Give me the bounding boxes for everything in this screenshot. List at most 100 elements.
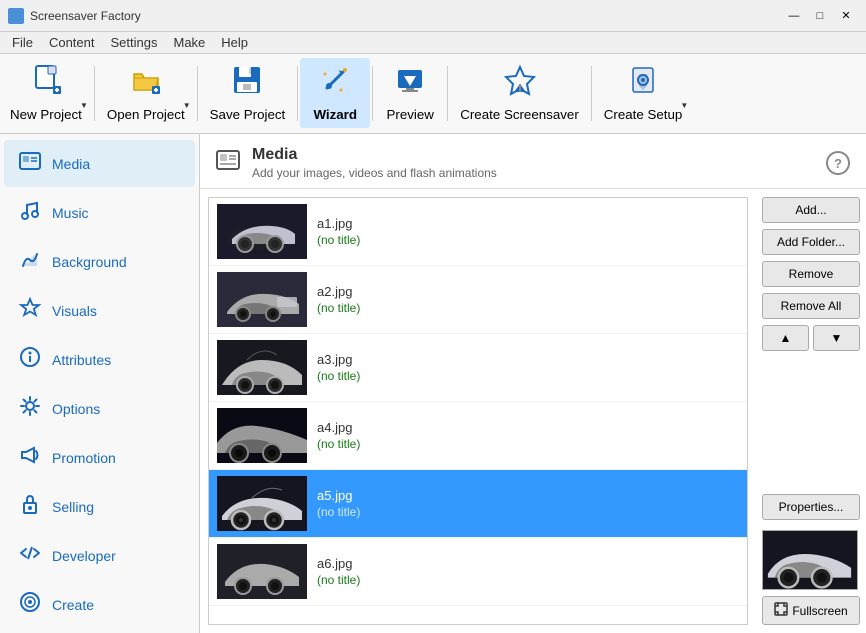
sidebar-label-background: Background <box>52 254 127 270</box>
sidebar-label-media: Media <box>52 156 90 172</box>
visuals-icon <box>18 297 42 324</box>
list-item[interactable]: a4.jpg (no title) <box>209 402 747 470</box>
promotion-icon <box>18 444 42 471</box>
create-setup-label: Create Setup <box>604 107 683 122</box>
wizard-button[interactable]: Wizard <box>300 58 370 128</box>
sidebar-label-developer: Developer <box>52 548 116 564</box>
content-area: Media Add your images, videos and flash … <box>200 134 866 633</box>
open-project-button[interactable]: Open Project ▼ <box>97 58 195 128</box>
toolbar-sep-5 <box>447 66 448 121</box>
menu-content[interactable]: Content <box>41 33 103 52</box>
media-filename: a5.jpg <box>317 488 739 503</box>
open-project-arrow: ▼ <box>183 101 191 110</box>
media-info: a2.jpg (no title) <box>317 284 739 315</box>
menubar: File Content Settings Make Help <box>0 32 866 54</box>
create-screensaver-label: Create Screensaver <box>460 107 579 122</box>
preview-button[interactable]: Preview <box>375 58 445 128</box>
sidebar-item-options[interactable]: Options <box>4 385 195 432</box>
wizard-icon <box>319 64 351 103</box>
close-button[interactable]: ✕ <box>834 6 858 26</box>
options-icon <box>18 395 42 422</box>
sidebar-item-media[interactable]: Media <box>4 140 195 187</box>
sidebar-item-developer[interactable]: Developer <box>4 532 195 579</box>
menu-make[interactable]: Make <box>165 33 213 52</box>
preview-thumbnail <box>762 530 858 590</box>
media-icon <box>18 150 42 177</box>
list-item[interactable]: a2.jpg (no title) <box>209 266 747 334</box>
save-project-label: Save Project <box>210 107 286 122</box>
media-thumbnail <box>217 204 307 259</box>
minimize-button[interactable]: — <box>782 6 806 26</box>
developer-icon <box>18 542 42 569</box>
media-filename: a3.jpg <box>317 352 739 367</box>
fullscreen-label: Fullscreen <box>792 604 847 618</box>
open-project-label: Open Project <box>107 107 185 122</box>
preview-label: Preview <box>387 107 434 122</box>
create-setup-arrow: ▼ <box>680 101 688 110</box>
move-up-button[interactable]: ▲ <box>762 325 809 351</box>
media-info: a6.jpg (no title) <box>317 556 739 587</box>
sidebar: Media Music Background <box>0 134 200 633</box>
media-list[interactable]: a1.jpg (no title) <box>209 198 747 624</box>
wizard-label: Wizard <box>313 107 357 122</box>
new-project-label: New Project <box>10 107 82 122</box>
sidebar-item-selling[interactable]: Selling <box>4 483 195 530</box>
list-item[interactable]: a3.jpg (no title) <box>209 334 747 402</box>
media-info: a1.jpg (no title) <box>317 216 739 247</box>
main-layout: Media Music Background <box>0 134 866 633</box>
sidebar-label-visuals: Visuals <box>52 303 97 319</box>
add-button[interactable]: Add... <box>762 197 860 223</box>
create-setup-button[interactable]: Create Setup ▼ <box>594 58 693 128</box>
sidebar-item-background[interactable]: Background <box>4 238 195 285</box>
sidebar-label-music: Music <box>52 205 89 221</box>
new-project-button[interactable]: New Project ▼ <box>0 58 92 128</box>
menu-help[interactable]: Help <box>213 33 256 52</box>
create-screensaver-button[interactable]: Create Screensaver <box>450 58 589 128</box>
toolbar-sep-6 <box>591 66 592 121</box>
content-header: Media Add your images, videos and flash … <box>200 134 866 189</box>
media-subtitle: (no title) <box>317 573 739 587</box>
create-screensaver-icon <box>504 64 536 103</box>
save-project-button[interactable]: Save Project <box>200 58 296 128</box>
window-controls: — □ ✕ <box>782 6 858 26</box>
sidebar-item-visuals[interactable]: Visuals <box>4 287 195 334</box>
media-info: a4.jpg (no title) <box>317 420 739 451</box>
toolbar-sep-1 <box>94 66 95 121</box>
remove-button[interactable]: Remove <box>762 261 860 287</box>
media-info: a3.jpg (no title) <box>317 352 739 383</box>
toolbar-sep-3 <box>297 66 298 121</box>
list-item[interactable]: a5.jpg (no title) <box>209 470 747 538</box>
remove-all-button[interactable]: Remove All <box>762 293 860 319</box>
list-item[interactable]: a1.jpg (no title) <box>209 198 747 266</box>
maximize-button[interactable]: □ <box>808 6 832 26</box>
new-project-arrow: ▼ <box>80 101 88 110</box>
save-project-icon <box>231 64 263 103</box>
help-button[interactable]: ? <box>826 151 850 175</box>
fullscreen-icon <box>774 602 788 619</box>
sidebar-item-attributes[interactable]: Attributes <box>4 336 195 383</box>
arrow-buttons: ▲ ▼ <box>762 325 860 351</box>
open-project-icon <box>130 64 162 103</box>
media-subtitle: (no title) <box>317 233 739 247</box>
list-item[interactable]: a6.jpg (no title) <box>209 538 747 606</box>
move-down-button[interactable]: ▼ <box>813 325 860 351</box>
content-body: a1.jpg (no title) <box>200 189 866 633</box>
app-icon <box>8 8 24 24</box>
add-folder-button[interactable]: Add Folder... <box>762 229 860 255</box>
sidebar-item-promotion[interactable]: Promotion <box>4 434 195 481</box>
content-header-subtitle: Add your images, videos and flash animat… <box>252 166 497 180</box>
new-project-icon <box>30 64 62 103</box>
sidebar-label-options: Options <box>52 401 100 417</box>
media-thumbnail <box>217 476 307 531</box>
preview-icon <box>394 64 426 103</box>
properties-button[interactable]: Properties... <box>762 494 860 520</box>
media-thumbnail <box>217 544 307 599</box>
menu-file[interactable]: File <box>4 33 41 52</box>
toolbar: New Project ▼ Open Project ▼ <box>0 54 866 134</box>
sidebar-item-create[interactable]: Create <box>4 581 195 628</box>
sidebar-item-music[interactable]: Music <box>4 189 195 236</box>
menu-settings[interactable]: Settings <box>103 33 166 52</box>
fullscreen-button[interactable]: Fullscreen <box>762 596 860 625</box>
sidebar-label-promotion: Promotion <box>52 450 116 466</box>
right-panel: Add... Add Folder... Remove Remove All ▲… <box>756 189 866 633</box>
